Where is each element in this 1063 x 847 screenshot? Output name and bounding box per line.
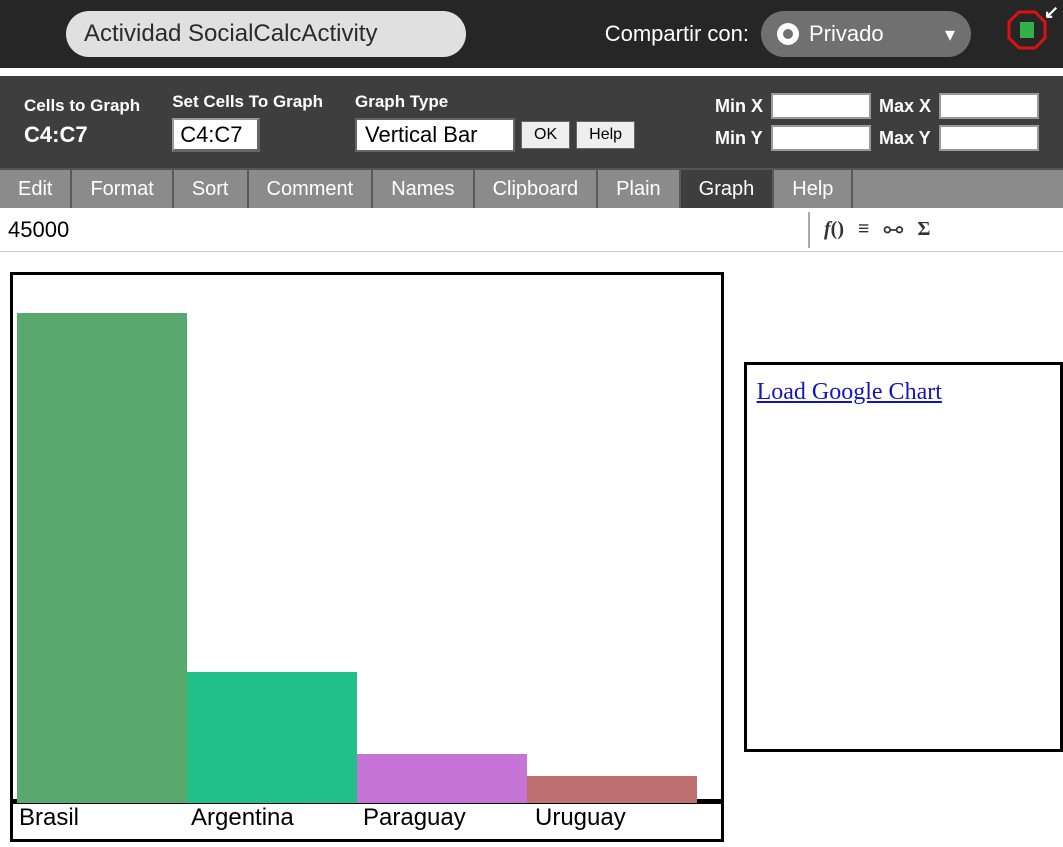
tab-clipboard[interactable]: Clipboard	[475, 170, 599, 208]
load-google-chart-link[interactable]: Load Google Chart	[757, 379, 942, 405]
formula-icons: f() ≡ ⧟ Σ	[810, 218, 930, 241]
tab-bar: EditFormatSortCommentNamesClipboardPlain…	[0, 168, 1063, 208]
graph-toolbar: Cells to Graph C4:C7 Set Cells To Graph …	[0, 68, 1063, 168]
align-icon[interactable]: ≡	[858, 218, 869, 241]
graph-type-select[interactable]: Vertical Bar	[355, 118, 515, 152]
stop-icon	[1007, 10, 1047, 50]
side-panel: Load Google Chart	[744, 362, 1063, 752]
content-area: BrasilArgentinaParaguayUruguay Load Goog…	[0, 252, 1063, 839]
set-cells-label: Set Cells To Graph	[172, 92, 323, 112]
tab-edit[interactable]: Edit	[0, 170, 72, 208]
privacy-dot-icon	[777, 23, 799, 45]
max-x-input[interactable]	[939, 93, 1039, 119]
ok-button[interactable]: OK	[521, 121, 570, 149]
sum-icon[interactable]: Σ	[917, 218, 930, 241]
share-select[interactable]: Privado ▾	[761, 11, 971, 57]
tab-format[interactable]: Format	[72, 170, 173, 208]
titlebar: Actividad SocialCalcActivity Compartir c…	[0, 0, 1063, 68]
max-x-label: Max X	[879, 96, 931, 117]
chart-x-labels: BrasilArgentinaParaguayUruguay	[13, 803, 721, 839]
activity-title-text: Actividad SocialCalcActivity	[84, 20, 377, 48]
xlabel-uruguay: Uruguay	[535, 804, 707, 839]
tab-help[interactable]: Help	[774, 170, 853, 208]
formula-bar: f() ≡ ⧟ Σ	[0, 208, 1063, 252]
graph-type-label: Graph Type	[355, 92, 635, 112]
bar-uruguay	[527, 776, 697, 803]
bar-brasil	[17, 313, 187, 803]
share-value: Privado	[809, 21, 884, 47]
min-x-label: Min X	[715, 96, 763, 117]
tab-sort[interactable]: Sort	[174, 170, 249, 208]
help-button[interactable]: Help	[576, 121, 635, 149]
xlabel-argentina: Argentina	[191, 804, 363, 839]
chart-box: BrasilArgentinaParaguayUruguay	[10, 272, 724, 842]
cells-to-graph-group: Cells to Graph C4:C7	[24, 96, 140, 148]
tab-plain[interactable]: Plain	[598, 170, 680, 208]
share-label: Compartir con:	[605, 21, 749, 47]
graph-type-value: Vertical Bar	[365, 122, 478, 148]
function-icon[interactable]: f()	[824, 218, 844, 241]
cells-to-graph-label: Cells to Graph	[24, 96, 140, 116]
tab-comment[interactable]: Comment	[249, 170, 374, 208]
chart-plot	[13, 275, 721, 803]
share-group: Compartir con: Privado ▾	[605, 11, 971, 57]
bar-argentina	[187, 672, 357, 803]
min-y-label: Min Y	[715, 128, 763, 149]
set-cells-group: Set Cells To Graph	[172, 92, 323, 152]
tab-graph[interactable]: Graph	[681, 170, 775, 208]
tab-names[interactable]: Names	[373, 170, 474, 208]
max-y-input[interactable]	[939, 125, 1039, 151]
bar-paraguay	[357, 754, 527, 803]
stop-activity-button[interactable]: ↙	[1007, 10, 1047, 58]
cells-to-graph-value: C4:C7	[24, 122, 140, 148]
activity-title-input[interactable]: Actividad SocialCalcActivity	[66, 11, 466, 57]
chevron-down-icon: ▾	[945, 22, 955, 47]
link-icon[interactable]: ⧟	[883, 218, 903, 241]
axis-limits-group: Min X Max X Min Y Max Y	[715, 93, 1039, 151]
min-x-input[interactable]	[771, 93, 871, 119]
formula-input[interactable]	[0, 212, 810, 248]
set-cells-input[interactable]	[172, 118, 260, 152]
max-y-label: Max Y	[879, 128, 931, 149]
min-y-input[interactable]	[771, 125, 871, 151]
xlabel-paraguay: Paraguay	[363, 804, 535, 839]
graph-type-group: Graph Type Vertical Bar OK Help	[355, 92, 635, 152]
xlabel-brasil: Brasil	[19, 804, 191, 839]
collapse-icon: ↙	[1044, 2, 1059, 23]
